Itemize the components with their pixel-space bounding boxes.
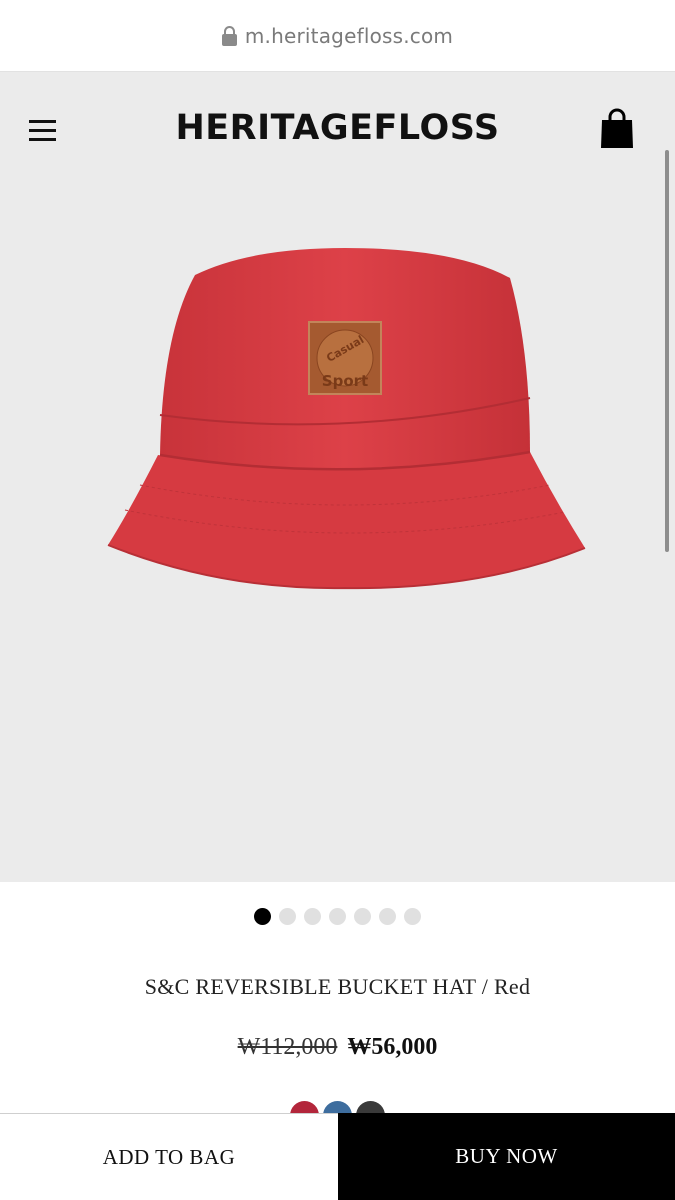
carousel-dot-7[interactable] (404, 908, 421, 925)
carousel-dot-3[interactable] (304, 908, 321, 925)
browser-address-bar[interactable]: m.heritagefloss.com (0, 0, 675, 72)
product-title: S&C REVERSIBLE BUCKET HAT / Red (144, 974, 531, 999)
shopping-bag-icon[interactable] (600, 108, 634, 150)
patch-text-bottom: Sport (322, 372, 368, 390)
url-text: m.heritagefloss.com (244, 23, 454, 48)
carousel-dot-2[interactable] (279, 908, 296, 925)
sale-price: ₩56,000 (347, 1034, 438, 1060)
buy-now-button[interactable]: BUY NOW (338, 1113, 675, 1200)
scrollbar[interactable] (665, 150, 669, 552)
carousel-dot-5[interactable] (354, 908, 371, 925)
carousel-dot-6[interactable] (379, 908, 396, 925)
add-to-bag-button[interactable]: ADD TO BAG (0, 1113, 338, 1200)
carousel-dot-4[interactable] (329, 908, 346, 925)
product-image: Casual Sport (107, 248, 586, 590)
carousel-dot-1[interactable] (254, 908, 271, 925)
carousel-indicators (0, 908, 675, 925)
original-price: ₩112,000 (237, 1034, 338, 1060)
purchase-actions: ADD TO BAG BUY NOW (0, 1113, 675, 1200)
lock-icon (221, 25, 237, 46)
brand-logo[interactable]: HERITAGEFLOSS (0, 108, 675, 148)
price-row: ₩112,000 ₩56,000 (0, 1034, 675, 1061)
